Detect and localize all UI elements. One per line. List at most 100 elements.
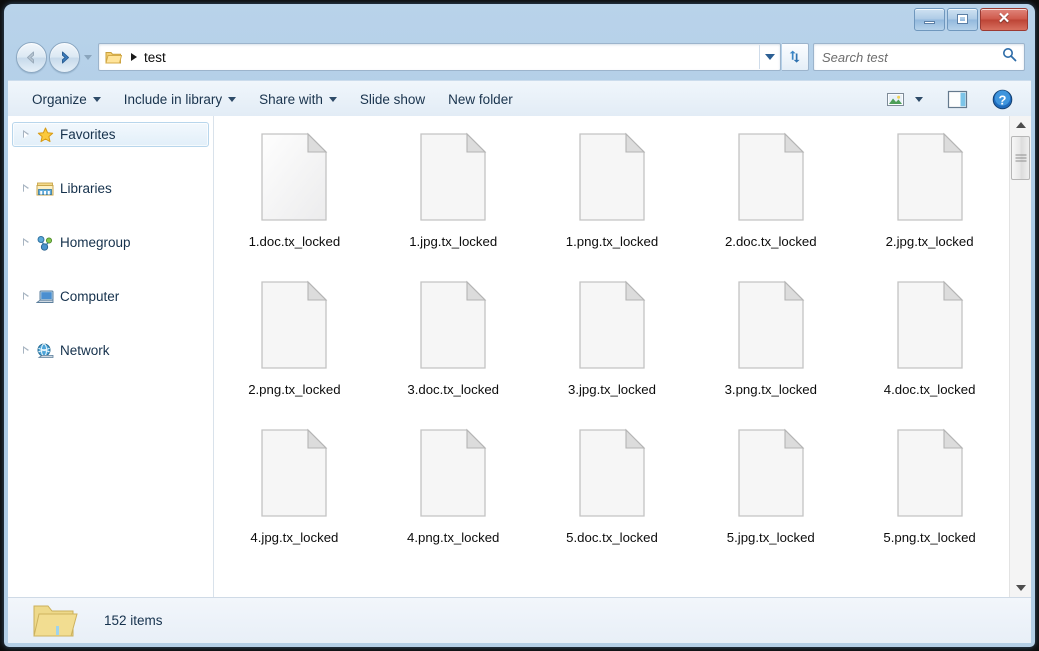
command-toolbar: Organize Include in library Share with S… [8,80,1031,118]
file-item[interactable]: 2.doc.tx_locked [696,128,846,276]
toolbar-new-folder-label: New folder [448,91,513,107]
computer-icon [36,289,54,305]
file-name-label: 1.doc.tx_locked [248,234,341,249]
file-item[interactable]: 3.jpg.tx_locked [537,276,687,424]
breadcrumb-path[interactable]: test [144,50,166,65]
sidebar-item-favorites-label: Favorites [60,127,116,142]
sidebar-item-favorites[interactable]: Favorites [12,122,209,147]
search-icon[interactable] [1002,47,1017,67]
blank-file-icon [890,276,970,374]
file-name-label: 5.jpg.tx_locked [726,530,815,545]
file-name-label: 5.png.tx_locked [883,530,976,545]
search-box[interactable]: Search test [813,43,1025,71]
file-item[interactable]: 4.doc.tx_locked [855,276,1005,424]
refresh-button[interactable] [782,43,809,71]
change-view-icon [887,92,904,106]
star-icon [36,127,54,143]
toolbar-new-folder[interactable]: New folder [438,85,523,113]
preview-pane-button[interactable] [942,86,973,112]
file-name-label: 2.jpg.tx_locked [885,234,974,249]
minimize-button[interactable] [914,8,945,31]
toolbar-include-in-library[interactable]: Include in library [114,85,246,113]
explorer-window: ✕ test Search test Organize Include in l… [4,4,1035,647]
file-item[interactable]: 3.doc.tx_locked [378,276,528,424]
help-button[interactable]: ? [987,86,1018,112]
maximize-icon [958,15,967,23]
back-button[interactable] [16,42,47,73]
file-item[interactable]: 5.doc.tx_locked [537,424,687,572]
forward-arrow-icon [62,51,69,64]
chevron-down-icon [1015,585,1026,591]
network-icon [36,343,54,359]
toolbar-share-with-label: Share with [259,91,323,107]
file-name-label: 4.doc.tx_locked [883,382,976,397]
toolbar-organize[interactable]: Organize [22,85,111,113]
forward-button[interactable] [49,42,80,73]
close-button[interactable]: ✕ [980,8,1028,31]
expand-triangle-icon[interactable] [23,292,29,301]
preview-pane-icon [947,90,968,108]
sidebar-item-libraries-label: Libraries [60,181,112,196]
expand-triangle-icon[interactable] [23,346,29,355]
toolbar-slide-show[interactable]: Slide show [350,85,435,113]
chevron-down-icon [92,96,101,102]
scroll-down-button[interactable] [1010,579,1031,597]
address-bar[interactable]: test [98,43,781,71]
blank-file-icon [731,424,811,522]
file-list-pane[interactable]: 1.doc.tx_locked 1.jpg.tx_locked 1.png.tx… [215,116,1031,597]
toolbar-organize-label: Organize [32,91,87,107]
svg-text:?: ? [999,92,1007,107]
file-name-label: 3.doc.tx_locked [407,382,499,397]
vertical-scrollbar[interactable] [1009,116,1031,597]
chevron-down-icon [228,96,237,102]
maximize-button[interactable] [947,8,978,31]
file-name-label: 4.jpg.tx_locked [250,530,339,545]
change-view-button[interactable] [881,86,910,112]
help-icon: ? [992,89,1013,109]
scroll-up-button[interactable] [1010,116,1031,134]
file-name-label: 2.doc.tx_locked [724,234,817,249]
view-dropdown-button[interactable] [910,86,928,112]
file-item[interactable]: 3.png.tx_locked [696,276,846,424]
file-item[interactable]: 4.jpg.tx_locked [219,424,369,572]
blank-file-icon [413,128,493,226]
chevron-down-icon [765,54,775,60]
blank-file-icon [254,276,334,374]
sidebar-item-computer-label: Computer [60,289,120,304]
sidebar-item-computer[interactable]: Computer [12,284,209,309]
file-item[interactable]: 1.png.tx_locked [537,128,687,276]
file-item[interactable]: 5.png.tx_locked [855,424,1005,572]
expand-triangle-icon[interactable] [23,130,29,139]
status-folder-icon [30,601,78,641]
toolbar-slide-show-label: Slide show [359,91,426,107]
sidebar-item-homegroup[interactable]: Homegroup [12,230,209,255]
file-name-label: 1.jpg.tx_locked [409,234,498,249]
navigation-bar: test Search test [8,36,1031,80]
recent-pages-chevron-icon[interactable] [84,55,92,60]
file-item[interactable]: 1.jpg.tx_locked [378,128,528,276]
chevron-down-icon [915,96,923,102]
toolbar-share-with[interactable]: Share with [249,85,347,113]
file-item[interactable]: 1.doc.tx_locked [219,128,369,276]
file-item[interactable]: 2.jpg.tx_locked [855,128,1005,276]
expand-triangle-icon[interactable] [23,184,29,193]
address-folder-icon [105,50,123,65]
blank-file-icon [413,276,493,374]
search-input[interactable]: Search test [822,50,1002,65]
scrollbar-thumb[interactable] [1011,136,1030,180]
sidebar-item-libraries[interactable]: Libraries [12,176,209,201]
expand-triangle-icon[interactable] [23,238,29,247]
refresh-icon [789,50,800,63]
sidebar-item-network[interactable]: Network [12,338,209,363]
address-dropdown-button[interactable] [759,45,780,69]
homegroup-icon [36,235,54,251]
file-item[interactable]: 4.png.tx_locked [378,424,528,572]
file-item[interactable]: 5.jpg.tx_locked [696,424,846,572]
navigation-pane: Favorites Libraries Homegroup Computer N… [8,116,214,597]
toolbar-include-in-library-label: Include in library [123,91,223,107]
file-item[interactable]: 2.png.tx_locked [219,276,369,424]
blank-file-icon [413,424,493,522]
status-bar: 152 items [8,598,1031,643]
